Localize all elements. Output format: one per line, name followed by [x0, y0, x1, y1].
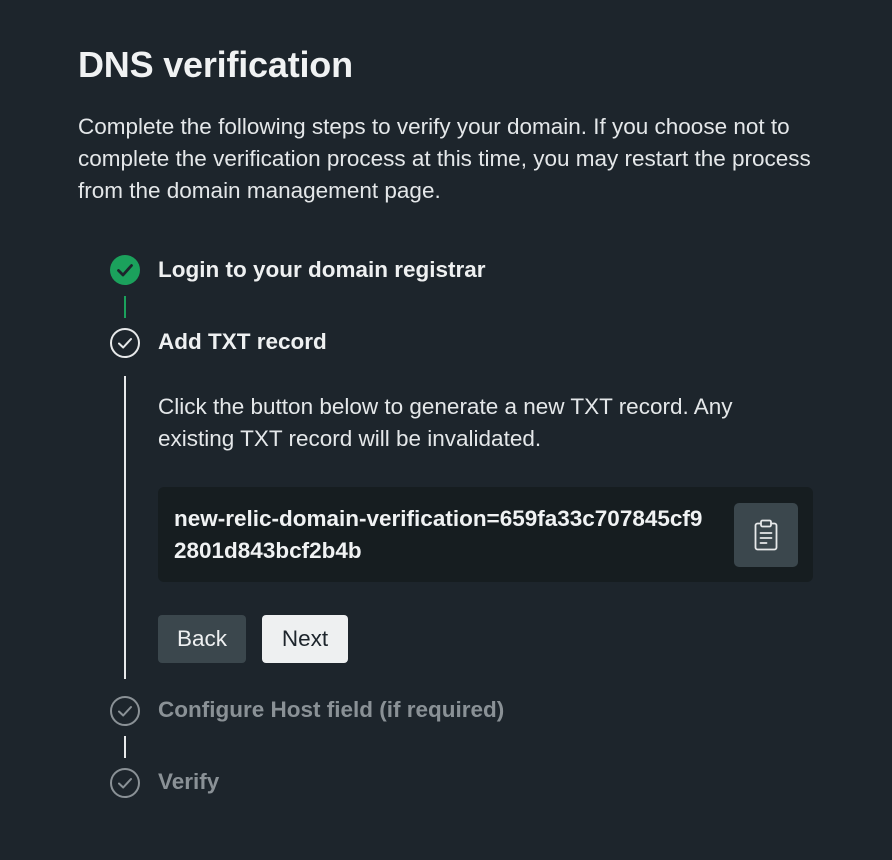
- check-circle-filled-icon: [110, 255, 140, 285]
- step-label-login-registrar: Login to your domain registrar: [158, 257, 486, 282]
- txt-record-box: new-relic-domain-verification=659fa33c70…: [158, 487, 813, 582]
- step-connector-current: [124, 376, 126, 679]
- step-label-add-txt-record: Add TXT record: [158, 329, 327, 354]
- txt-record-value: new-relic-domain-verification=659fa33c70…: [174, 506, 703, 563]
- check-circle-outline-icon: [110, 328, 140, 358]
- step-label-verify: Verify: [158, 769, 220, 794]
- step-connector-completed: [124, 296, 126, 318]
- check-circle-outline-icon: [110, 768, 140, 798]
- copy-txt-record-button[interactable]: [734, 503, 798, 567]
- txt-step-description: Click the button below to generate a new…: [158, 394, 733, 451]
- check-circle-outline-icon: [110, 696, 140, 726]
- next-button[interactable]: Next: [262, 615, 348, 663]
- verification-stepper: Login to your domain registrar Add TXT r…: [0, 0, 892, 860]
- back-button[interactable]: Back: [158, 615, 246, 663]
- step-label-configure-host: Configure Host field (if required): [158, 697, 505, 722]
- clipboard-icon: [754, 519, 778, 551]
- step-connector-upcoming: [124, 736, 126, 758]
